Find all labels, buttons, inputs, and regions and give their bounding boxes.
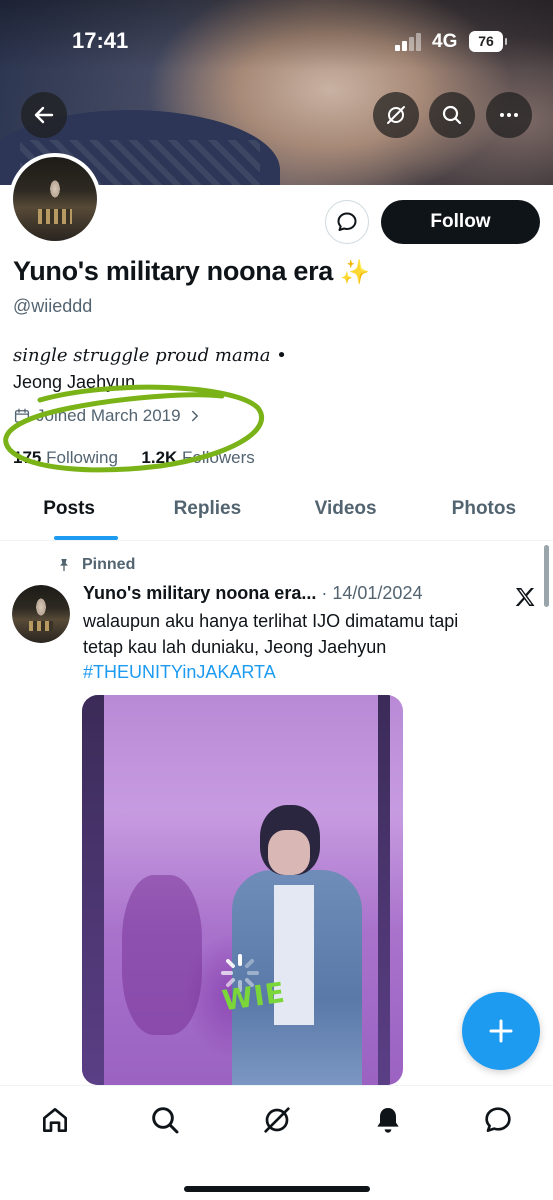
notifications-icon bbox=[377, 1108, 399, 1133]
nav-messages[interactable] bbox=[481, 1103, 515, 1137]
network-type: 4G bbox=[432, 31, 458, 52]
calendar-icon bbox=[14, 408, 30, 423]
post-author-avatar[interactable] bbox=[12, 585, 70, 643]
post-separator: · bbox=[321, 583, 328, 603]
media-shadow bbox=[122, 875, 202, 1035]
status-time: 17:41 bbox=[72, 28, 129, 53]
follow-button[interactable]: Follow bbox=[381, 200, 540, 244]
plus-icon bbox=[489, 1019, 513, 1043]
message-button[interactable] bbox=[325, 200, 369, 244]
messages-icon bbox=[485, 1107, 511, 1132]
home-icon bbox=[43, 1108, 67, 1132]
back-button[interactable] bbox=[21, 92, 67, 138]
scrollbar[interactable] bbox=[544, 545, 549, 607]
stage-pole-left bbox=[82, 695, 104, 1085]
tab-videos[interactable]: Videos bbox=[277, 488, 415, 540]
joined-text: Joined March 2019 bbox=[36, 406, 181, 425]
follow-stats: 175 Following 1.2K Followers bbox=[13, 448, 255, 468]
pinned-indicator: Pinned bbox=[56, 556, 135, 574]
profile-handle: @wiieddd bbox=[13, 296, 93, 316]
tab-posts[interactable]: Posts bbox=[0, 488, 138, 540]
post-header: Yuno's military noona era... · 14/01/202… bbox=[83, 583, 422, 604]
avatar-image bbox=[13, 157, 97, 241]
status-bar: 17:41 4G 76 bbox=[0, 0, 553, 80]
nav-grok[interactable] bbox=[260, 1103, 294, 1137]
more-horizontal-icon bbox=[500, 113, 518, 117]
post-text: walaupun aku hanya terlihat IJO dimatamu… bbox=[83, 609, 503, 686]
post-hashtag[interactable]: #THEUNITYinJAKARTA bbox=[83, 662, 276, 682]
grok-icon bbox=[264, 1107, 290, 1133]
post-body: walaupun aku hanya terlihat IJO dimatamu… bbox=[83, 611, 459, 657]
home-indicator[interactable] bbox=[184, 1186, 370, 1192]
x-logo-icon[interactable] bbox=[513, 585, 537, 609]
post-avatar-image bbox=[12, 585, 70, 643]
post-date[interactable]: 14/01/2024 bbox=[332, 583, 422, 603]
profile-avatar[interactable] bbox=[9, 153, 101, 245]
arrow-left-icon bbox=[34, 106, 54, 124]
grok-slash-icon bbox=[387, 106, 405, 124]
following-link[interactable]: 175 Following bbox=[13, 448, 118, 467]
profile-display-name: Yuno's military noona era ✨ bbox=[13, 256, 370, 287]
chat-bubble-icon bbox=[337, 212, 357, 231]
compose-button[interactable] bbox=[462, 992, 540, 1070]
nav-notifications[interactable] bbox=[371, 1103, 405, 1137]
tab-photos[interactable]: Photos bbox=[415, 488, 553, 540]
pinned-label: Pinned bbox=[82, 556, 136, 573]
bio-line-1: single struggle proud mama • bbox=[13, 345, 287, 366]
pin-icon bbox=[60, 559, 68, 571]
more-button[interactable] bbox=[486, 92, 532, 138]
bio-line-2: Jeong Jaehyun bbox=[13, 372, 136, 392]
chevron-right-icon bbox=[191, 410, 198, 422]
post-media-image[interactable]: WIE bbox=[82, 695, 403, 1085]
search-icon bbox=[152, 1107, 179, 1134]
sparkles-emoji: ✨ bbox=[340, 259, 370, 286]
highlight-scribble bbox=[3, 384, 265, 473]
display-name-text: Yuno's military noona era bbox=[13, 256, 334, 286]
stage-pole-right bbox=[378, 695, 390, 1085]
signal-icon bbox=[395, 33, 421, 51]
grok-button[interactable] bbox=[373, 92, 419, 138]
search-button[interactable] bbox=[429, 92, 475, 138]
nav-search[interactable] bbox=[148, 1103, 182, 1137]
search-icon bbox=[442, 105, 462, 125]
followers-link[interactable]: 1.2K Followers bbox=[141, 448, 254, 467]
profile-tabs: Posts Replies Videos Photos bbox=[0, 488, 553, 541]
bottom-navigation bbox=[0, 1085, 553, 1200]
tab-replies[interactable]: Replies bbox=[138, 488, 276, 540]
nav-home[interactable] bbox=[38, 1103, 72, 1137]
battery-indicator: 76 bbox=[469, 31, 507, 52]
media-person-face bbox=[268, 830, 310, 875]
joined-date[interactable]: Joined March 2019 bbox=[13, 406, 204, 426]
post-author-name[interactable]: Yuno's military noona era... bbox=[83, 583, 316, 603]
